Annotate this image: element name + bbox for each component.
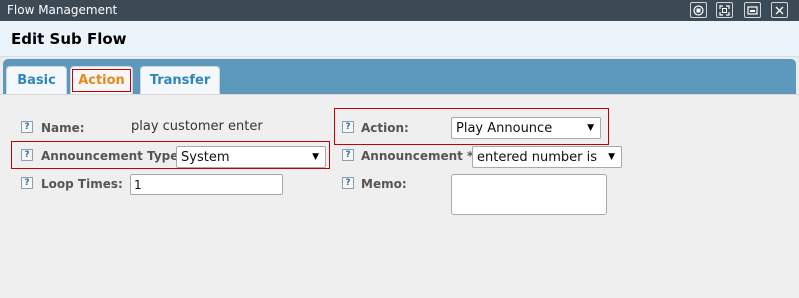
action-select[interactable]: Play Announce ▼ [451,117,601,139]
tab-action[interactable]: Action [70,66,133,94]
maximize-button[interactable] [716,2,733,18]
page-title: Edit Sub Flow [11,30,127,48]
window-title: Flow Management [7,3,118,17]
help-icon[interactable]: ? [21,121,33,133]
dropdown-arrow-icon: ▼ [587,123,594,133]
memo-label: Memo: [361,177,407,191]
name-label: Name: [41,121,85,135]
form-area: ? Name: play customer enter ? Action: Pl… [0,94,799,298]
dropdown-arrow-icon: ▼ [608,152,615,162]
dropdown-arrow-icon: ▼ [312,152,319,162]
maximize-icon [719,4,730,16]
tab-bar: Basic Action Transfer [3,59,796,94]
help-icon[interactable]: ? [21,149,33,161]
announcement-type-select-value: System [181,150,230,165]
announcement-type-label: Announcement Type: [41,149,184,163]
tab-basic[interactable]: Basic [6,66,67,94]
tab-label: Basic [17,73,56,88]
minimize-button[interactable] [744,2,761,18]
tab-transfer[interactable]: Transfer [140,66,220,94]
help-icon[interactable]: ? [21,177,33,189]
announcement-label: Announcement *: [361,149,479,163]
loop-times-input[interactable]: 1 [130,174,283,195]
loop-times-label: Loop Times: [41,177,123,191]
help-icon[interactable]: ? [342,121,354,133]
announcement-select[interactable]: entered number is ▼ [472,146,622,168]
help-icon[interactable]: ? [342,149,354,161]
close-icon [775,6,784,14]
close-button[interactable] [771,2,788,18]
tab-label: Transfer [149,73,211,88]
action-select-value: Play Announce [456,121,553,136]
restore-button[interactable] [690,2,707,18]
window-titlebar: Flow Management [0,0,799,21]
help-icon[interactable]: ? [342,177,354,189]
announcement-type-select[interactable]: System ▼ [176,146,326,168]
page-header: Edit Sub Flow [0,21,799,57]
minimize-icon [747,5,758,15]
action-label: Action: [361,121,409,135]
tab-highlight [72,69,131,92]
memo-textarea[interactable] [451,174,607,215]
announcement-select-value: entered number is [477,150,598,165]
name-value: play customer enter [131,119,263,134]
restore-icon [693,4,704,16]
